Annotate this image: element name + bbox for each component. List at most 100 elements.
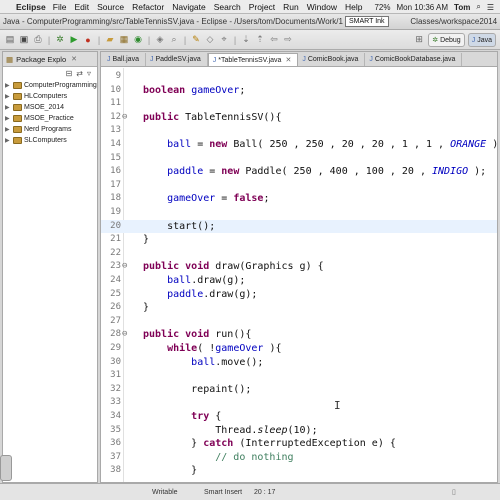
code-line[interactable]: 25 paddle.draw(g);	[101, 288, 497, 301]
new-file-icon[interactable]: ▤	[4, 34, 16, 46]
close-icon[interactable]: ✕	[285, 56, 291, 64]
debug-icon[interactable]: ✲	[54, 34, 66, 46]
menu-source[interactable]: Source	[97, 2, 124, 12]
link-editor-icon[interactable]: ⇄	[76, 69, 83, 78]
toggle-mark-icon[interactable]: ◇	[204, 34, 216, 46]
collapse-all-icon[interactable]: ⊟	[66, 69, 73, 78]
project-item[interactable]: ▶ MSOE_Practice	[5, 113, 97, 124]
code-line[interactable]: 36 } catch (InterruptedException e) {	[101, 437, 497, 450]
code-line[interactable]: 24 ball.draw(g);	[101, 274, 497, 287]
save-icon[interactable]: ▣	[18, 34, 30, 46]
run-icon[interactable]: ▶	[68, 34, 80, 46]
menu-window[interactable]: Window	[307, 2, 337, 12]
code-line[interactable]: 16 paddle = new Paddle( 250 , 400 , 100 …	[101, 165, 497, 178]
line-number: 15	[110, 152, 121, 163]
code-text: // do nothing	[215, 451, 294, 463]
code-line[interactable]: 26}	[101, 301, 497, 314]
app-menu[interactable]: Eclipse	[16, 2, 46, 12]
expand-triangle-icon[interactable]: ▶	[5, 115, 11, 122]
code-line[interactable]: 19	[101, 206, 497, 219]
code-line[interactable]: 32 repaint();	[101, 383, 497, 396]
code-line[interactable]: 23 ⊖ public void draw(Graphics g) {	[101, 260, 497, 273]
code-line[interactable]: 11	[101, 97, 497, 110]
open-perspective-icon[interactable]: ⊞	[413, 33, 425, 45]
code-line[interactable]: 35 Thread.sleep(10);	[101, 424, 497, 437]
expand-triangle-icon[interactable]: ▶	[5, 126, 11, 133]
code-line[interactable]: 17	[101, 179, 497, 192]
code-line[interactable]: 13	[101, 124, 497, 137]
battery-status[interactable]: 72%	[374, 3, 390, 12]
code-line[interactable]: 15	[101, 152, 497, 165]
user-menu[interactable]: Tom	[454, 3, 470, 12]
line-number: 28	[110, 329, 121, 340]
search-icon[interactable]: ⌕	[168, 34, 180, 46]
new-package-icon[interactable]: ▦	[118, 34, 130, 46]
menu-file[interactable]: File	[53, 2, 67, 12]
project-item[interactable]: ▶ HLComputers	[5, 91, 97, 102]
java-perspective-button[interactable]: J Java	[467, 33, 496, 47]
editor-tab[interactable]: J PaddleSV.java	[146, 53, 208, 66]
menu-edit[interactable]: Edit	[74, 2, 89, 12]
open-type-icon[interactable]: ◈	[154, 34, 166, 46]
expand-triangle-icon[interactable]: ▶	[5, 93, 11, 100]
code-line[interactable]: 37 // do nothing	[101, 451, 497, 464]
code-line[interactable]: 34 try {	[101, 410, 497, 423]
editor-tab[interactable]: J Ball.java	[103, 53, 146, 66]
print-icon[interactable]: ⎙	[32, 34, 44, 46]
project-item[interactable]: ▶ MSOE_2014	[5, 102, 97, 113]
smart-board-handle[interactable]	[0, 455, 12, 481]
pin-icon[interactable]: ⌖	[218, 34, 230, 46]
fold-toggle-icon[interactable]: ⊖	[122, 111, 130, 124]
project-item[interactable]: ▶ ComputerProgramming	[5, 80, 97, 91]
editor-tab[interactable]: J ComicBookDatabase.java	[365, 53, 463, 66]
next-annotation-icon[interactable]: ⇣	[240, 34, 252, 46]
new-java-project-icon[interactable]: ▰	[104, 34, 116, 46]
code-line[interactable]: 28 ⊖ public void run(){	[101, 328, 497, 341]
code-area[interactable]: I 9 10 boolean gameOver; 11 12 ⊖ public TableT…	[101, 68, 497, 482]
menu-refactor[interactable]: Refactor	[132, 2, 164, 12]
expand-triangle-icon[interactable]: ▶	[5, 82, 11, 89]
menu-help[interactable]: Help	[345, 2, 362, 12]
code-line[interactable]: 12 ⊖ public TableTennisSV(){	[101, 111, 497, 124]
code-line[interactable]: 18 gameOver = false;	[101, 192, 497, 205]
code-line[interactable]: 14 ball = new Ball( 250 , 250 , 20 , 20 …	[101, 138, 497, 151]
code-text: public TableTennisSV(){	[143, 111, 282, 123]
code-line[interactable]: 31	[101, 369, 497, 382]
code-line[interactable]: 33	[101, 396, 497, 409]
menu-project[interactable]: Project	[249, 2, 275, 12]
expand-triangle-icon[interactable]: ▶	[5, 104, 11, 111]
editor-tab[interactable]: J *TableTennisSV.java ✕	[207, 53, 299, 66]
spotlight-icon[interactable]: ⌕	[476, 2, 480, 12]
new-class-icon[interactable]: ◉	[132, 34, 144, 46]
code-line[interactable]: 22	[101, 247, 497, 260]
back-icon[interactable]: ⇦	[268, 34, 280, 46]
code-line[interactable]: 29 while( !gameOver ){	[101, 342, 497, 355]
editor-tab[interactable]: J ComicBook.java	[298, 53, 366, 66]
menu-navigate[interactable]: Navigate	[172, 2, 206, 12]
forward-icon[interactable]: ⇨	[282, 34, 294, 46]
code-line[interactable]: 20 start();	[101, 219, 497, 233]
code-line[interactable]: 27	[101, 315, 497, 328]
close-icon[interactable]: ✕	[71, 55, 77, 63]
project-item[interactable]: ▶ SLComputers	[5, 135, 97, 146]
annotation-icon[interactable]: ✎	[190, 34, 202, 46]
code-line[interactable]: 9	[101, 70, 497, 83]
fold-toggle-icon[interactable]: ⊖	[122, 328, 130, 341]
menu-run[interactable]: Run	[283, 2, 299, 12]
project-item[interactable]: ▶ Nerd Programs	[5, 124, 97, 135]
fold-toggle-icon[interactable]: ⊖	[122, 260, 130, 273]
package-explorer-tab[interactable]: ▦ Package Explo ✕	[3, 52, 97, 67]
menu-search[interactable]: Search	[214, 2, 241, 12]
code-line[interactable]: 21}	[101, 233, 497, 246]
code-line[interactable]: 10 boolean gameOver;	[101, 84, 497, 97]
code-line[interactable]: 30 ball.move();	[101, 356, 497, 369]
expand-triangle-icon[interactable]: ▶	[5, 137, 11, 144]
clock[interactable]: Mon 10:36 AM	[396, 3, 448, 12]
list-icon[interactable]: ☰	[487, 3, 494, 12]
debug-perspective-button[interactable]: ✲ Debug	[428, 33, 465, 47]
view-menu-icon[interactable]: ▿	[87, 69, 91, 78]
code-line[interactable]: 38 }	[101, 464, 497, 477]
run-external-icon[interactable]: ●	[82, 34, 94, 46]
prev-annotation-icon[interactable]: ⇡	[254, 34, 266, 46]
code-text: gameOver = false;	[167, 193, 270, 205]
